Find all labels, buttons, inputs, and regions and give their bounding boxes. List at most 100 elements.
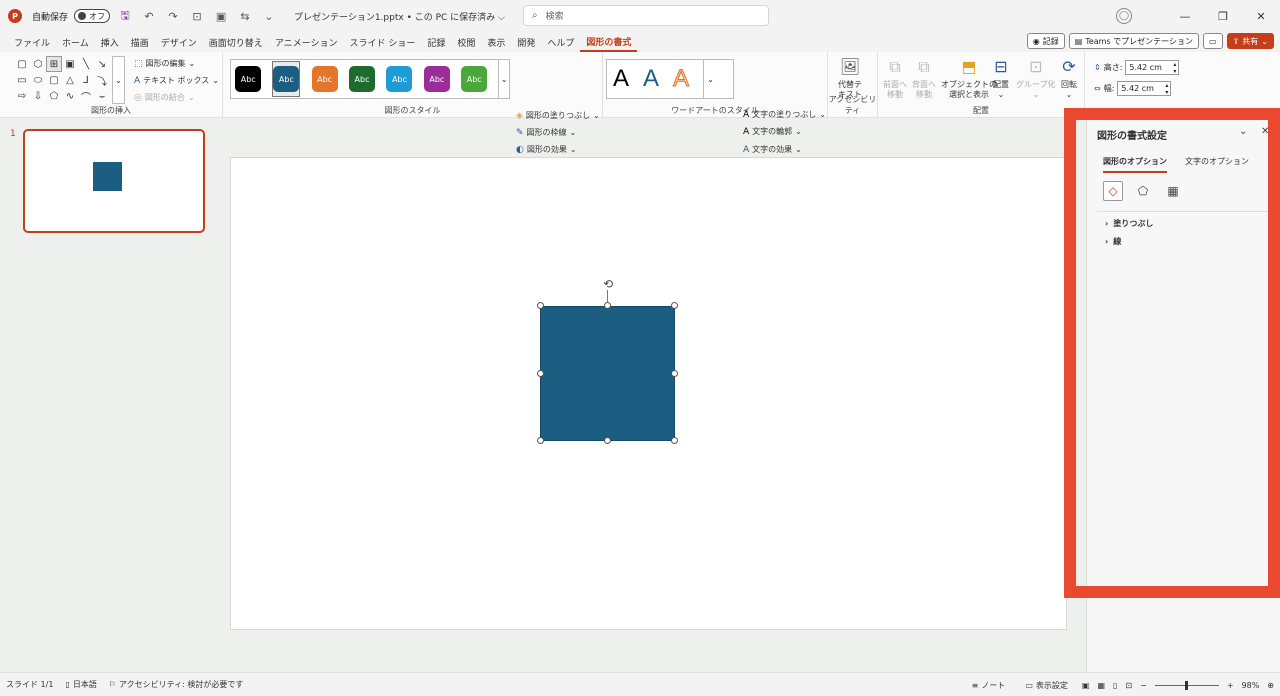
layout-icon[interactable]: ▣ (212, 7, 230, 25)
rotation-handle-icon[interactable]: ⟲ (601, 277, 615, 291)
resize-handle-bottom-left[interactable] (537, 437, 544, 444)
size-properties-icon[interactable]: ▦ (1163, 181, 1183, 201)
style-swatch[interactable]: Abc (423, 61, 450, 97)
shape-line-icon[interactable]: ╲ (78, 56, 94, 72)
reading-view-icon[interactable]: ▯ (1113, 681, 1117, 690)
tab-slideshow[interactable]: スライド ショー (343, 32, 421, 52)
align-button[interactable]: ⊟ 配置 ⌄ (990, 56, 1012, 100)
search-box[interactable]: ⌕ 検索 (523, 5, 769, 26)
accessibility-status[interactable]: ⚐ アクセシビリティ: 検討が必要です (103, 679, 250, 690)
shape-triangle-icon[interactable]: △ (62, 72, 78, 88)
style-swatch[interactable]: Abc (461, 61, 488, 97)
resize-handle-top-left[interactable] (537, 302, 544, 309)
shape-textbox-icon[interactable]: ▢ (14, 56, 30, 72)
tab-shape-options[interactable]: 図形のオプション (1103, 156, 1167, 173)
zoom-level[interactable]: 98% (1242, 681, 1260, 690)
shape-snip-rect-icon[interactable]: ⬠ (46, 88, 62, 104)
present-icon[interactable]: ⊡ (188, 7, 206, 25)
text-effects-button[interactable]: A 文字の効果 ⌄ (743, 144, 802, 155)
merge-shapes-button[interactable]: ◎ 図形の結合 ⌄ (134, 92, 195, 103)
undo-icon[interactable]: ↶ (140, 7, 158, 25)
shape-rounded-rect-icon[interactable]: ▢ (46, 72, 62, 88)
tab-developer[interactable]: 開発 (511, 32, 541, 52)
send-backward-button[interactable]: ⧉ 背面へ 移動 (912, 56, 936, 100)
tab-view[interactable]: 表示 (481, 32, 511, 52)
convert-icon[interactable]: ⇆ (236, 7, 254, 25)
style-swatch[interactable]: Abc (386, 61, 413, 97)
file-title[interactable]: プレゼンテーション1.pptx • この PC に保存済み ⌵ (294, 10, 505, 23)
resize-handle-top[interactable] (604, 302, 611, 309)
shape-effects-button[interactable]: ◐ 図形の効果 ⌄ (516, 144, 577, 155)
height-input[interactable]: 5.42 cm ▴ ▾ (1125, 60, 1180, 75)
tab-draw[interactable]: 描画 (125, 32, 155, 52)
shape-cube-icon[interactable]: ⬡ (30, 56, 46, 72)
save-icon[interactable]: 🖫 (116, 7, 134, 25)
fill-line-icon[interactable]: ◇ (1103, 181, 1123, 201)
shape-right-arrow-icon[interactable]: ⇨ (14, 88, 30, 104)
share-button[interactable]: ⇪ 共有 ⌄ (1226, 33, 1274, 49)
selected-square-shape[interactable] (540, 306, 675, 441)
shapes-more-button[interactable]: ⌄ (112, 56, 125, 104)
shape-arrow-line-icon[interactable]: ↘ (94, 56, 110, 72)
tab-design[interactable]: デザイン (155, 32, 203, 52)
restore-icon[interactable]: ❐ (1204, 0, 1242, 32)
slide-thumbnail[interactable] (23, 129, 205, 233)
zoom-out-icon[interactable]: − (1140, 681, 1147, 690)
text-fill-button[interactable]: A 文字の塗りつぶし ⌄ (743, 109, 826, 120)
style-gallery-more-button[interactable]: ⌄ (498, 60, 509, 98)
slideshow-icon[interactable]: ⊡ (1125, 681, 1132, 690)
normal-view-icon[interactable]: ▣ (1082, 681, 1090, 690)
close-icon[interactable]: ✕ (1261, 126, 1269, 137)
comments-button[interactable]: ▭ (1203, 33, 1223, 49)
zoom-in-icon[interactable]: + (1227, 681, 1234, 690)
wordart-blue-icon[interactable]: A (643, 65, 659, 93)
rotate-button[interactable]: ⟳ 回転 ⌄ (1058, 56, 1080, 100)
text-box-button[interactable]: A テキスト ボックス ⌄ (134, 75, 219, 86)
tab-file[interactable]: ファイル (8, 32, 56, 52)
section-line[interactable]: › 線 (1105, 236, 1121, 247)
zoom-slider[interactable] (1154, 680, 1219, 690)
resize-handle-right[interactable] (671, 370, 678, 377)
tab-insert[interactable]: 挿入 (95, 32, 125, 52)
shape-down-arrow-icon[interactable]: ⇩ (30, 88, 46, 104)
record-button[interactable]: ◉ 記録 (1026, 33, 1065, 49)
shape-freeform-icon[interactable]: ∿ (62, 88, 78, 104)
shape-elbow-connector-icon[interactable]: ⅃ (78, 72, 94, 88)
height-spinner-icon[interactable]: ▴ ▾ (1173, 61, 1176, 75)
shape-arc-icon[interactable]: ⌒ (78, 88, 94, 104)
selection-pane-button[interactable]: ⬒ オブジェクトの 選択と表示 (941, 56, 997, 100)
tab-transitions[interactable]: 画面切り替え (203, 32, 269, 52)
shape-vtextbox-icon[interactable]: ⊞ (46, 56, 62, 72)
wordart-black-icon[interactable]: A (613, 65, 629, 93)
account-avatar-icon[interactable]: ◯ (1116, 8, 1132, 24)
width-input[interactable]: 5.42 cm ▴ ▾ (1117, 81, 1172, 96)
edit-shape-button[interactable]: ⬚ 図形の編集 ⌄ (134, 58, 195, 69)
tab-animations[interactable]: アニメーション (269, 32, 344, 52)
shape-rectangle-icon[interactable]: ▭ (14, 72, 30, 88)
tab-text-options[interactable]: 文字のオプション (1185, 156, 1249, 173)
effects-pentagon-icon[interactable]: ⬠ (1133, 181, 1153, 201)
style-swatch[interactable]: Abc (311, 61, 338, 97)
tab-home[interactable]: ホーム (56, 32, 95, 52)
style-swatch[interactable]: Abc (235, 61, 262, 97)
zoom-slider-thumb[interactable] (1184, 680, 1188, 690)
shape-outline-button[interactable]: ✎ 図形の枠線 ⌄ (516, 127, 576, 138)
resize-handle-bottom-right[interactable] (671, 437, 678, 444)
customize-qat-icon[interactable]: ⌄ (260, 7, 278, 25)
close-icon[interactable]: ✕ (1242, 0, 1280, 32)
shape-oval-icon[interactable]: ⬭ (30, 72, 46, 88)
width-spinner-icon[interactable]: ▴ ▾ (1165, 82, 1168, 96)
wordart-gallery-more-button[interactable]: ⌄ (703, 60, 717, 98)
wordart-orange-icon[interactable]: A (673, 65, 690, 93)
autosave-toggle[interactable]: オフ (74, 9, 111, 23)
language-indicator[interactable]: ▯ 日本語 (59, 679, 102, 690)
shape-fill-button[interactable]: ◈ 図形の塗りつぶし ⌄ (516, 110, 600, 121)
tab-shape-format[interactable]: 図形の書式 (580, 32, 638, 52)
redo-icon[interactable]: ↷ (164, 7, 182, 25)
text-outline-button[interactable]: A 文字の輪郭 ⌄ (743, 126, 802, 137)
shape-curve-icon[interactable]: ⌣ (94, 88, 110, 104)
resize-handle-left[interactable] (537, 370, 544, 377)
alt-text-button[interactable]: 🖼 代替テ キスト (838, 56, 862, 100)
shape-htextbox-icon[interactable]: ▣ (62, 56, 78, 72)
style-swatch[interactable]: Abc (349, 61, 376, 97)
